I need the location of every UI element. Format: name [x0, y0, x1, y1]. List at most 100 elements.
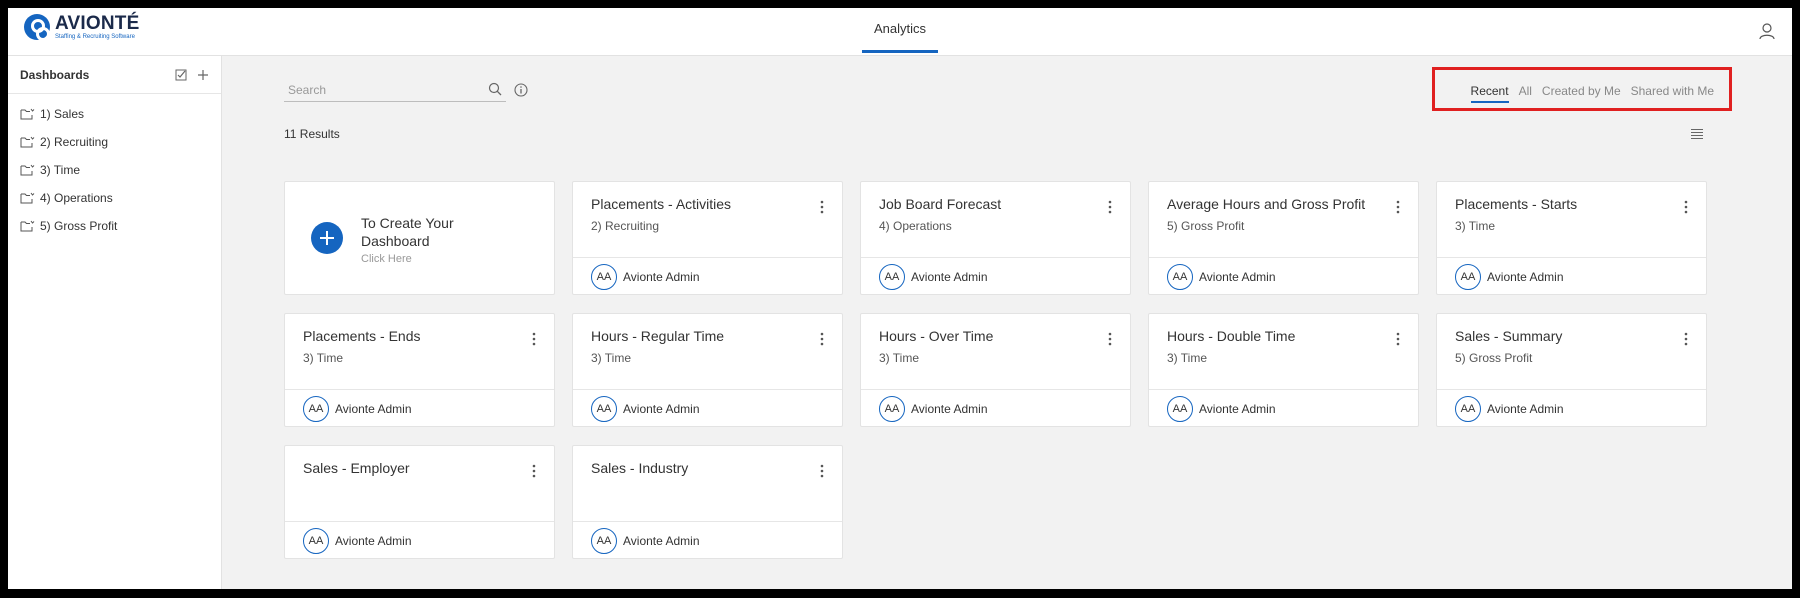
app-frame: AVIONTÉ Staffing & Recruiting Software A… — [0, 0, 1800, 598]
sidebar-folder-label: 2) Recruiting — [40, 135, 109, 149]
search-icon[interactable] — [488, 82, 502, 96]
card-footer: AA Avionte Admin — [1149, 258, 1418, 295]
select-checkbox-icon[interactable] — [175, 69, 187, 81]
more-options-icon[interactable] — [1684, 200, 1688, 214]
dashboard-folder-icon — [20, 220, 35, 232]
dashboard-card[interactable]: Average Hours and Gross Profit 5) Gross P… — [1148, 181, 1419, 295]
search-input[interactable] — [284, 80, 474, 100]
card-owner: Avionte Admin — [623, 533, 700, 548]
sidebar-folder-item[interactable]: 4) Operations — [8, 184, 221, 212]
highlight-annotation-box — [1432, 67, 1732, 111]
card-title: Average Hours and Gross Profit — [1167, 196, 1366, 212]
card-owner: Avionte Admin — [335, 533, 412, 548]
info-icon[interactable] — [514, 83, 528, 97]
sidebar-folder-item[interactable]: 3) Time — [8, 156, 221, 184]
dashboard-card[interactable]: Job Board Forecast 4) Operations AA Avionte… — [860, 181, 1131, 295]
main-content: RecentAllCreated by MeShared with Me 11 … — [222, 56, 1792, 589]
card-header: Placements - Ends 3) Time — [285, 314, 554, 390]
list-view-icon[interactable] — [1690, 128, 1704, 140]
card-header: Job Board Forecast 4) Operations — [861, 182, 1130, 258]
dashboard-card[interactable]: Placements - Ends 3) Time AA Avionte Admin — [284, 313, 555, 427]
dashboard-card[interactable]: Placements - Starts 3) Time AA Avionte Admi… — [1436, 181, 1707, 295]
card-title: Hours - Regular Time — [591, 328, 725, 344]
avatar: AA — [1167, 263, 1193, 290]
more-options-icon[interactable] — [820, 464, 824, 478]
avatar: AA — [591, 527, 617, 554]
more-options-icon[interactable] — [1396, 200, 1400, 214]
card-owner: Avionte Admin — [1487, 401, 1564, 416]
card-footer: AA Avionte Admin — [573, 522, 842, 559]
sidebar-header: Dashboards — [8, 56, 221, 94]
add-dashboard-icon[interactable] — [197, 69, 209, 81]
dashboard-card[interactable]: Sales - Summary 5) Gross Profit AA Avionte … — [1436, 313, 1707, 427]
avatar: AA — [1455, 263, 1481, 290]
card-folder: 3) Time — [879, 351, 920, 365]
tab-analytics[interactable]: Analytics — [861, 21, 939, 53]
card-footer: AA Avionte Admin — [573, 390, 842, 427]
sidebar-folder-list: 1) Sales 2) Recruiting 3) Time 4) Operation… — [8, 94, 221, 240]
more-options-icon[interactable] — [532, 332, 536, 346]
card-folder: 3) Time — [303, 351, 344, 365]
create-dashboard-text: To Create Your Dashboard Click Here — [361, 214, 481, 265]
avatar: AA — [879, 395, 905, 422]
card-header: Sales - Summary 5) Gross Profit — [1437, 314, 1706, 390]
dashboards-sidebar: Dashboards 1) Sales 2) Recruiting 3) Time 4… — [8, 56, 222, 589]
more-options-icon[interactable] — [1396, 332, 1400, 346]
plus-icon[interactable] — [311, 222, 343, 254]
sidebar-folder-label: 3) Time — [40, 163, 81, 177]
dashboard-card[interactable]: Hours - Regular Time 3) Time AA Avionte Adm… — [572, 313, 843, 427]
avatar: AA — [591, 263, 617, 290]
sidebar-folder-item[interactable]: 1) Sales — [8, 100, 221, 128]
user-profile-icon[interactable] — [1758, 22, 1776, 40]
card-header: Sales - Employer — [285, 446, 554, 522]
card-folder: 5) Gross Profit — [1455, 351, 1533, 365]
logo-name: AVIONTÉ — [55, 13, 140, 34]
dashboard-card[interactable]: Placements - Activities 2) Recruiting AA Av… — [572, 181, 843, 295]
more-options-icon[interactable] — [820, 200, 824, 214]
sidebar-folder-item[interactable]: 5) Gross Profit — [8, 212, 221, 240]
dashboard-card[interactable]: Sales - Employer AA Avionte Admin — [284, 445, 555, 559]
more-options-icon[interactable] — [1108, 200, 1112, 214]
card-title: Placements - Starts — [1455, 196, 1578, 212]
avionte-logo[interactable]: AVIONTÉ Staffing & Recruiting Software — [24, 14, 139, 41]
more-options-icon[interactable] — [532, 464, 536, 478]
dashboard-card[interactable]: Hours - Over Time 3) Time AA Avionte Admin — [860, 313, 1131, 427]
card-header: Placements - Activities 2) Recruiting — [573, 182, 842, 258]
create-dashboard-card[interactable]: To Create Your Dashboard Click Here — [284, 181, 555, 295]
create-dashboard-title: To Create Your Dashboard — [361, 214, 454, 249]
card-owner: Avionte Admin — [911, 401, 988, 416]
dashboard-card[interactable]: Hours - Double Time 3) Time AA Avionte Admi… — [1148, 313, 1419, 427]
card-title: Sales - Summary — [1455, 328, 1563, 344]
card-footer: AA Avionte Admin — [861, 390, 1130, 427]
card-owner: Avionte Admin — [623, 401, 700, 416]
card-title: Sales - Employer — [303, 460, 410, 476]
sidebar-folder-label: 4) Operations — [40, 191, 113, 205]
card-title: Sales - Industry — [591, 460, 689, 476]
card-owner: Avionte Admin — [1199, 269, 1276, 284]
card-header: Hours - Over Time 3) Time — [861, 314, 1130, 390]
card-header: Sales - Industry — [573, 446, 842, 522]
more-options-icon[interactable] — [1108, 332, 1112, 346]
avatar: AA — [1167, 395, 1193, 422]
avatar: AA — [303, 527, 329, 554]
card-folder: 5) Gross Profit — [1167, 219, 1245, 233]
card-header: Hours - Regular Time 3) Time — [573, 314, 842, 390]
avatar: AA — [591, 395, 617, 422]
dashboard-card-grid: To Create Your Dashboard Click Here Plac… — [284, 181, 1707, 559]
more-options-icon[interactable] — [820, 332, 824, 346]
card-footer: AA Avionte Admin — [1437, 258, 1706, 295]
card-footer: AA Avionte Admin — [285, 390, 554, 427]
more-options-icon[interactable] — [1684, 332, 1688, 346]
card-folder: 3) Time — [1167, 351, 1208, 365]
sidebar-title: Dashboards — [20, 67, 90, 82]
dashboard-card[interactable]: Sales - Industry AA Avionte Admin — [572, 445, 843, 559]
sidebar-folder-item[interactable]: 2) Recruiting — [8, 128, 221, 156]
dashboard-folder-icon — [20, 108, 35, 120]
logo-text: AVIONTÉ Staffing & Recruiting Software — [55, 14, 139, 40]
avatar: AA — [303, 395, 329, 422]
top-bar: AVIONTÉ Staffing & Recruiting Software A… — [8, 8, 1792, 56]
sidebar-actions — [175, 69, 209, 81]
card-title: Hours - Double Time — [1167, 328, 1296, 344]
card-footer: AA Avionte Admin — [285, 522, 554, 559]
card-title: Placements - Activities — [591, 196, 732, 212]
